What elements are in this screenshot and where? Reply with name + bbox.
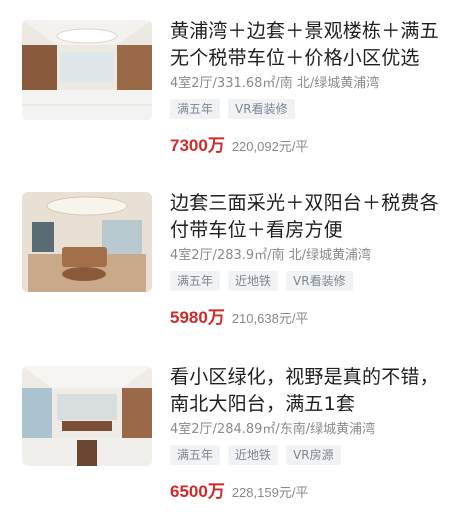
tag-badge: VR看装修	[286, 271, 353, 291]
listing-card[interactable]: 边套三面采光＋双阳台＋税费各付带车位＋看房方便 4室2厅/283.9㎡/南 北/…	[0, 178, 468, 348]
listing-title[interactable]: 黄浦湾＋边套＋景观楼栋＋满五无个税带车位＋价格小区优选	[170, 18, 455, 72]
tag-badge: 满五年	[170, 445, 221, 465]
listing-photo[interactable]	[22, 192, 152, 292]
total-price: 7300万	[170, 136, 225, 155]
listing-meta: 4室2厅/331.68㎡/南 北/绿城黄浦湾	[170, 76, 380, 91]
listing-tags: 满五年 近地铁 VR看装修	[170, 271, 455, 291]
tag-badge: 满五年	[170, 99, 221, 119]
listing-tags: 满五年 VR看装修	[170, 99, 455, 119]
tag-badge: 满五年	[170, 271, 221, 291]
total-price: 6500万	[170, 482, 225, 501]
unit-price: 210,638元/平	[231, 311, 309, 326]
unit-price: 228,159元/平	[231, 485, 309, 500]
listing-card[interactable]: 黄浦湾＋边套＋景观楼栋＋满五无个税带车位＋价格小区优选 4室2厅/331.68㎡…	[0, 0, 468, 170]
total-price: 5980万	[170, 308, 225, 327]
listing-title[interactable]: 边套三面采光＋双阳台＋税费各付带车位＋看房方便	[170, 190, 455, 244]
listing-tags: 满五年 近地铁 VR房源	[170, 445, 455, 465]
unit-price: 220,092元/平	[231, 139, 309, 154]
price-row: 7300万 220,092元/平	[170, 131, 455, 156]
listing-card[interactable]: 看小区绿化，视野是真的不错，南北大阳台，满五1套 4室2厅/284.89㎡/东南…	[0, 350, 468, 512]
listing-photo[interactable]	[22, 366, 152, 466]
price-row: 6500万 228,159元/平	[170, 477, 455, 502]
tag-badge: VR房源	[286, 445, 341, 465]
listing-meta: 4室2厅/284.89㎡/东南/绿城黄浦湾	[170, 422, 376, 437]
price-row: 5980万 210,638元/平	[170, 303, 455, 328]
tag-badge: 近地铁	[228, 445, 279, 465]
tag-badge: 近地铁	[228, 271, 279, 291]
listing-meta: 4室2厅/283.9㎡/南 北/绿城黄浦湾	[170, 248, 372, 263]
listing-title[interactable]: 看小区绿化，视野是真的不错，南北大阳台，满五1套	[170, 364, 455, 418]
listing-photo[interactable]	[22, 20, 152, 120]
tag-badge: VR看装修	[228, 99, 295, 119]
